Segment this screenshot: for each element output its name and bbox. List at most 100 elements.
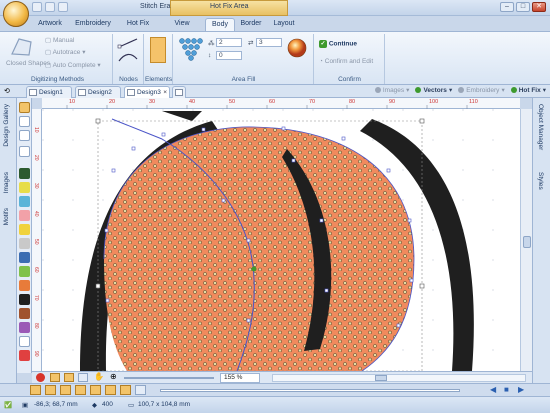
maximize-button[interactable]: □ [516, 2, 530, 12]
shape-tool-icon[interactable] [19, 116, 30, 127]
player-icon[interactable] [30, 385, 41, 395]
node-line-icon[interactable] [117, 37, 139, 51]
player-icon[interactable] [105, 385, 116, 395]
color-swatch-icon[interactable] [19, 266, 30, 277]
tab-view[interactable]: View [170, 18, 194, 31]
pen-tool-icon[interactable] [19, 130, 30, 141]
new-tab-button[interactable] [172, 86, 186, 98]
ruler-tick: 10 [33, 127, 39, 133]
images-panel[interactable]: Images [3, 172, 10, 193]
closed-shapes-button[interactable]: Closed Shapes [6, 60, 50, 67]
select-tool-icon[interactable] [19, 102, 30, 113]
ruler-tick: 90 [33, 351, 39, 357]
manual-option[interactable]: ▢ Manual [45, 36, 74, 44]
align-tool-icon[interactable] [64, 373, 74, 382]
tab-hotfix[interactable]: Hot Fix [124, 18, 152, 31]
color-swatch-icon[interactable] [19, 238, 30, 249]
auto-complete-option[interactable]: ▢ Auto Complete ▾ [45, 61, 101, 69]
player-icon[interactable] [135, 385, 146, 395]
group-digitizing-methods: Closed Shapes ▢ Manual ▢ Autotrace ▾ ▢ A… [3, 34, 113, 84]
color-swatch-icon[interactable] [19, 294, 30, 305]
stitch-slider[interactable] [160, 389, 460, 392]
color-swatch-icon[interactable] [19, 336, 30, 347]
color-swatch-icon[interactable] [19, 168, 30, 179]
ruler-tick: 30 [149, 99, 156, 105]
tab-layout[interactable]: Layout [270, 18, 298, 31]
zoom-in-icon[interactable]: ⊕ [110, 372, 117, 381]
color-palette-icon[interactable] [286, 37, 308, 61]
offset-input[interactable]: 0 [216, 51, 242, 60]
toggle-embroidery[interactable]: Embroidery ▾ [458, 86, 505, 94]
tab-artwork[interactable]: Artwork [34, 18, 66, 31]
confirm-and-edit-button[interactable]: ◔ Confirm and Edit [319, 58, 373, 65]
redo-icon[interactable] [58, 2, 68, 12]
record-icon[interactable] [36, 373, 45, 382]
doc-tab-design3[interactable]: Design3 × [124, 86, 170, 98]
close-tab-icon[interactable]: × [163, 87, 167, 98]
toggle-vectors[interactable]: Vectors ▾ [415, 86, 452, 94]
closed-shapes-icon[interactable] [9, 36, 35, 58]
color-swatch-icon[interactable] [19, 224, 30, 235]
application-menu-button[interactable] [3, 1, 29, 27]
confirm-and-edit-label: Confirm and Edit [324, 58, 374, 65]
doc-tab-design1[interactable]: Design1 [26, 86, 72, 98]
design-gallery-panel[interactable]: Design Gallery [3, 104, 10, 147]
play-icon[interactable]: ▶ [518, 385, 524, 394]
player-icon[interactable] [120, 385, 131, 395]
player-icon[interactable] [75, 385, 86, 395]
zoom-field[interactable]: 155 % [220, 373, 260, 383]
undo-icon[interactable] [45, 2, 55, 12]
scroll-thumb[interactable] [375, 375, 387, 381]
ruler-tick: 110 [469, 99, 478, 105]
color-swatch-icon[interactable] [19, 182, 30, 193]
design-canvas[interactable] [42, 109, 520, 371]
tab-list-icon[interactable]: ⟲ [4, 87, 10, 95]
toggle-hotfix[interactable]: Hot Fix ▾ [510, 86, 546, 94]
color-swatch-icon[interactable] [19, 280, 30, 291]
pan-hand-icon[interactable]: ✋ [94, 372, 104, 381]
node-curve-icon[interactable] [117, 51, 139, 65]
motifs-panel[interactable]: Motifs [3, 208, 10, 225]
stone-pattern-icon[interactable] [178, 37, 204, 63]
toggle-label: Embroidery [466, 86, 500, 94]
scroll-thumb[interactable] [523, 236, 531, 248]
status-bar: ✅ ▣ -86,3; 68,7 mm ◆ 400 ▭ 100,7 x 104,8… [0, 396, 550, 413]
color-swatch-icon[interactable] [19, 210, 30, 221]
window-controls: – □ ✕ [500, 2, 546, 12]
group-confirm: ✓ Continue ◔ Confirm and Edit Confirm [315, 34, 385, 84]
doc-tab-design2[interactable]: Design2 [75, 86, 121, 98]
color-swatch-icon[interactable] [19, 252, 30, 263]
player-icon[interactable] [90, 385, 101, 395]
tab-border[interactable]: Border [237, 18, 265, 31]
color-swatch-icon[interactable] [19, 322, 30, 333]
vertical-scrollbar[interactable] [520, 109, 532, 371]
continue-button[interactable]: ✓ Continue [319, 40, 357, 48]
player-icon[interactable] [60, 385, 71, 395]
stop-icon[interactable]: ■ [504, 385, 509, 394]
elements-icon[interactable] [150, 37, 166, 63]
player-icon[interactable] [45, 385, 56, 395]
rows-input[interactable]: 2 [216, 38, 242, 47]
fill-tool-icon[interactable] [50, 373, 60, 382]
manual-label: Manual [52, 37, 75, 44]
color-swatch-icon[interactable] [19, 196, 30, 207]
document-icon [127, 89, 135, 96]
spacing-input[interactable]: 3 [256, 38, 282, 47]
grid-tool-icon[interactable] [78, 373, 88, 382]
tab-embroidery[interactable]: Embroidery [72, 18, 114, 31]
color-swatch-icon[interactable] [19, 308, 30, 319]
save-icon[interactable] [32, 2, 42, 12]
minimize-button[interactable]: – [500, 2, 514, 12]
ruler-tick: 60 [269, 99, 276, 105]
styles-panel[interactable]: Styles [537, 172, 544, 190]
autotrace-option[interactable]: ▢ Autotrace ▾ [45, 48, 86, 56]
toggle-images[interactable]: Images ▾ [374, 86, 409, 94]
play-backward-icon[interactable]: ◀ [490, 385, 496, 394]
zoom-slider[interactable] [124, 377, 214, 379]
object-manager-panel[interactable]: Object Manager [537, 104, 544, 150]
horizontal-scrollbar[interactable] [272, 374, 526, 382]
color-swatch-icon[interactable] [19, 350, 30, 361]
text-tool-icon[interactable] [19, 146, 30, 157]
close-button[interactable]: ✕ [532, 2, 546, 12]
tab-body[interactable]: Body [205, 18, 235, 31]
